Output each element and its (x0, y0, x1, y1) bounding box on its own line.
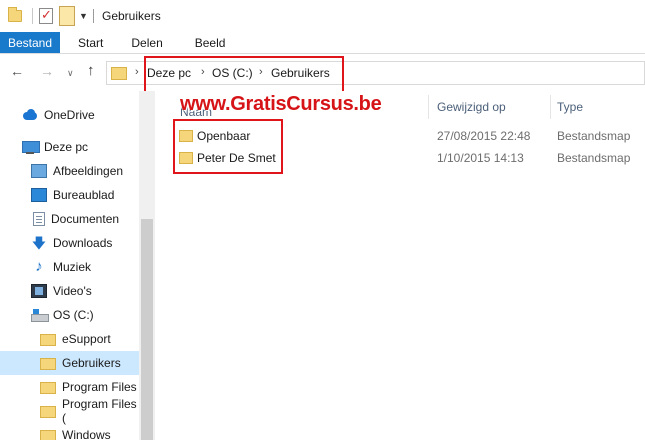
sidebar-item-program-files[interactable]: Program Files (0, 375, 139, 399)
chevron-right-icon[interactable]: › (201, 66, 205, 78)
sidebar-item-music[interactable]: ♪ Muziek (0, 255, 139, 279)
title-bar: ▼ Gebruikers (0, 0, 645, 32)
back-arrow-icon[interactable]: ← (10, 63, 24, 79)
forward-arrow-icon[interactable]: → (40, 63, 54, 79)
music-icon: ♪ (35, 258, 43, 275)
sidebar-item-label: Downloads (53, 236, 113, 250)
sidebar-item-esupport[interactable]: eSupport (0, 327, 139, 351)
sidebar-item-pictures[interactable]: Afbeeldingen (0, 159, 139, 183)
column-header-type[interactable]: Type (557, 95, 583, 119)
drive-icon (31, 308, 49, 322)
properties-icon[interactable] (39, 7, 53, 24)
sidebar-item-label: Video's (53, 284, 92, 298)
file-type: Bestandsmap (557, 129, 631, 143)
scrollbar-thumb[interactable] (141, 219, 153, 440)
sidebar-item-label: Bureaublad (53, 188, 115, 202)
folder-icon (40, 406, 56, 418)
sidebar-item-label: OS (C:) (53, 308, 94, 322)
breadcrumb-this-pc[interactable]: Deze pc (147, 66, 191, 80)
table-row[interactable]: Openbaar 27/08/2015 22:48 Bestandsmap (173, 125, 645, 147)
folder-icon (40, 358, 56, 370)
pictures-icon (31, 164, 47, 178)
file-name[interactable]: Openbaar (197, 129, 250, 143)
sidebar-item-label: Documenten (51, 212, 120, 226)
file-modified: 27/08/2015 22:48 (437, 129, 531, 143)
divider (32, 8, 33, 24)
chevron-right-icon[interactable]: › (135, 66, 139, 78)
chevron-down-icon[interactable]: ∨ (67, 68, 74, 79)
divider (93, 9, 94, 23)
sidebar-item-label: OneDrive (44, 108, 95, 122)
sidebar-item-downloads[interactable]: Downloads (0, 231, 139, 255)
computer-icon (22, 140, 40, 154)
downloads-icon (31, 236, 47, 250)
sidebar-item-label: Gebruikers (62, 356, 121, 370)
folder-icon (179, 130, 193, 142)
column-header-modified[interactable]: Gewijzigd op (437, 95, 506, 119)
sidebar-item-windows[interactable]: Windows (0, 423, 139, 440)
tab-file[interactable]: Bestand (0, 32, 61, 53)
sidebar-item-label: Windows (62, 428, 111, 440)
sidebar-item-label: Afbeeldingen (53, 164, 124, 178)
tab-share[interactable]: Delen (115, 32, 178, 53)
file-name[interactable]: Peter De Smet (197, 151, 276, 165)
sidebar-item-label: Program Files ( (62, 397, 137, 425)
file-list-pane: Naam www.GratisCursus.be Gewijzigd op Ty… (155, 91, 645, 440)
breadcrumb-users[interactable]: Gebruikers (271, 66, 330, 80)
watermark: www.GratisCursus.be (180, 93, 382, 115)
file-modified: 1/10/2015 14:13 (437, 151, 524, 165)
sidebar-item-label: Muziek (53, 260, 92, 274)
sidebar-item-onedrive[interactable]: OneDrive (0, 103, 139, 127)
sidebar-item-videos[interactable]: Video's (0, 279, 139, 303)
sidebar-scrollbar[interactable] (139, 91, 155, 440)
onedrive-icon (22, 108, 38, 122)
documents-icon (33, 212, 45, 226)
tab-view[interactable]: Beeld (179, 32, 242, 53)
new-folder-icon[interactable] (59, 6, 75, 26)
folder-icon (111, 67, 127, 80)
address-bar[interactable]: › Deze pc › OS (C:) › Gebruikers (106, 61, 645, 85)
tab-home[interactable]: Start (60, 32, 115, 53)
up-arrow-icon[interactable]: ↑ (87, 62, 95, 79)
videos-icon (31, 284, 47, 298)
folder-icon (40, 382, 56, 394)
navigation-bar: ← → ∨ ↑ › Deze pc › OS (C:) › Gebruikers (0, 55, 645, 91)
desktop-icon (31, 188, 47, 202)
file-type: Bestandsmap (557, 151, 631, 165)
sidebar-item-program-files-x86[interactable]: Program Files ( (0, 397, 139, 425)
column-divider[interactable] (550, 95, 551, 119)
folder-icon (40, 334, 56, 346)
folder-icon (179, 152, 193, 164)
sidebar-item-desktop[interactable]: Bureaublad (0, 183, 139, 207)
folder-icon (40, 430, 56, 440)
window-title: Gebruikers (102, 9, 161, 23)
sidebar-item-label: eSupport (62, 332, 111, 346)
breadcrumb-drive-c[interactable]: OS (C:) (212, 66, 253, 80)
sidebar-item-this-pc[interactable]: Deze pc (0, 135, 139, 159)
sidebar-item-documents[interactable]: Documenten (0, 207, 139, 231)
table-row[interactable]: Peter De Smet 1/10/2015 14:13 Bestandsma… (173, 147, 645, 169)
sidebar-item-drive-c[interactable]: OS (C:) (0, 303, 139, 327)
chevron-right-icon[interactable]: › (259, 66, 263, 78)
sidebar-item-users[interactable]: Gebruikers (0, 351, 139, 375)
folder-icon (8, 7, 22, 22)
sidebar-item-label: Deze pc (44, 140, 89, 154)
customize-toolbar-dropdown[interactable]: ▼ (79, 11, 88, 21)
navigation-pane: OneDrive Deze pc Afbeeldingen Bureaublad… (0, 91, 155, 440)
ribbon-tabs: Bestand Start Delen Beeld (0, 32, 645, 54)
sidebar-item-label: Program Files (62, 380, 137, 394)
column-divider[interactable] (428, 95, 429, 119)
